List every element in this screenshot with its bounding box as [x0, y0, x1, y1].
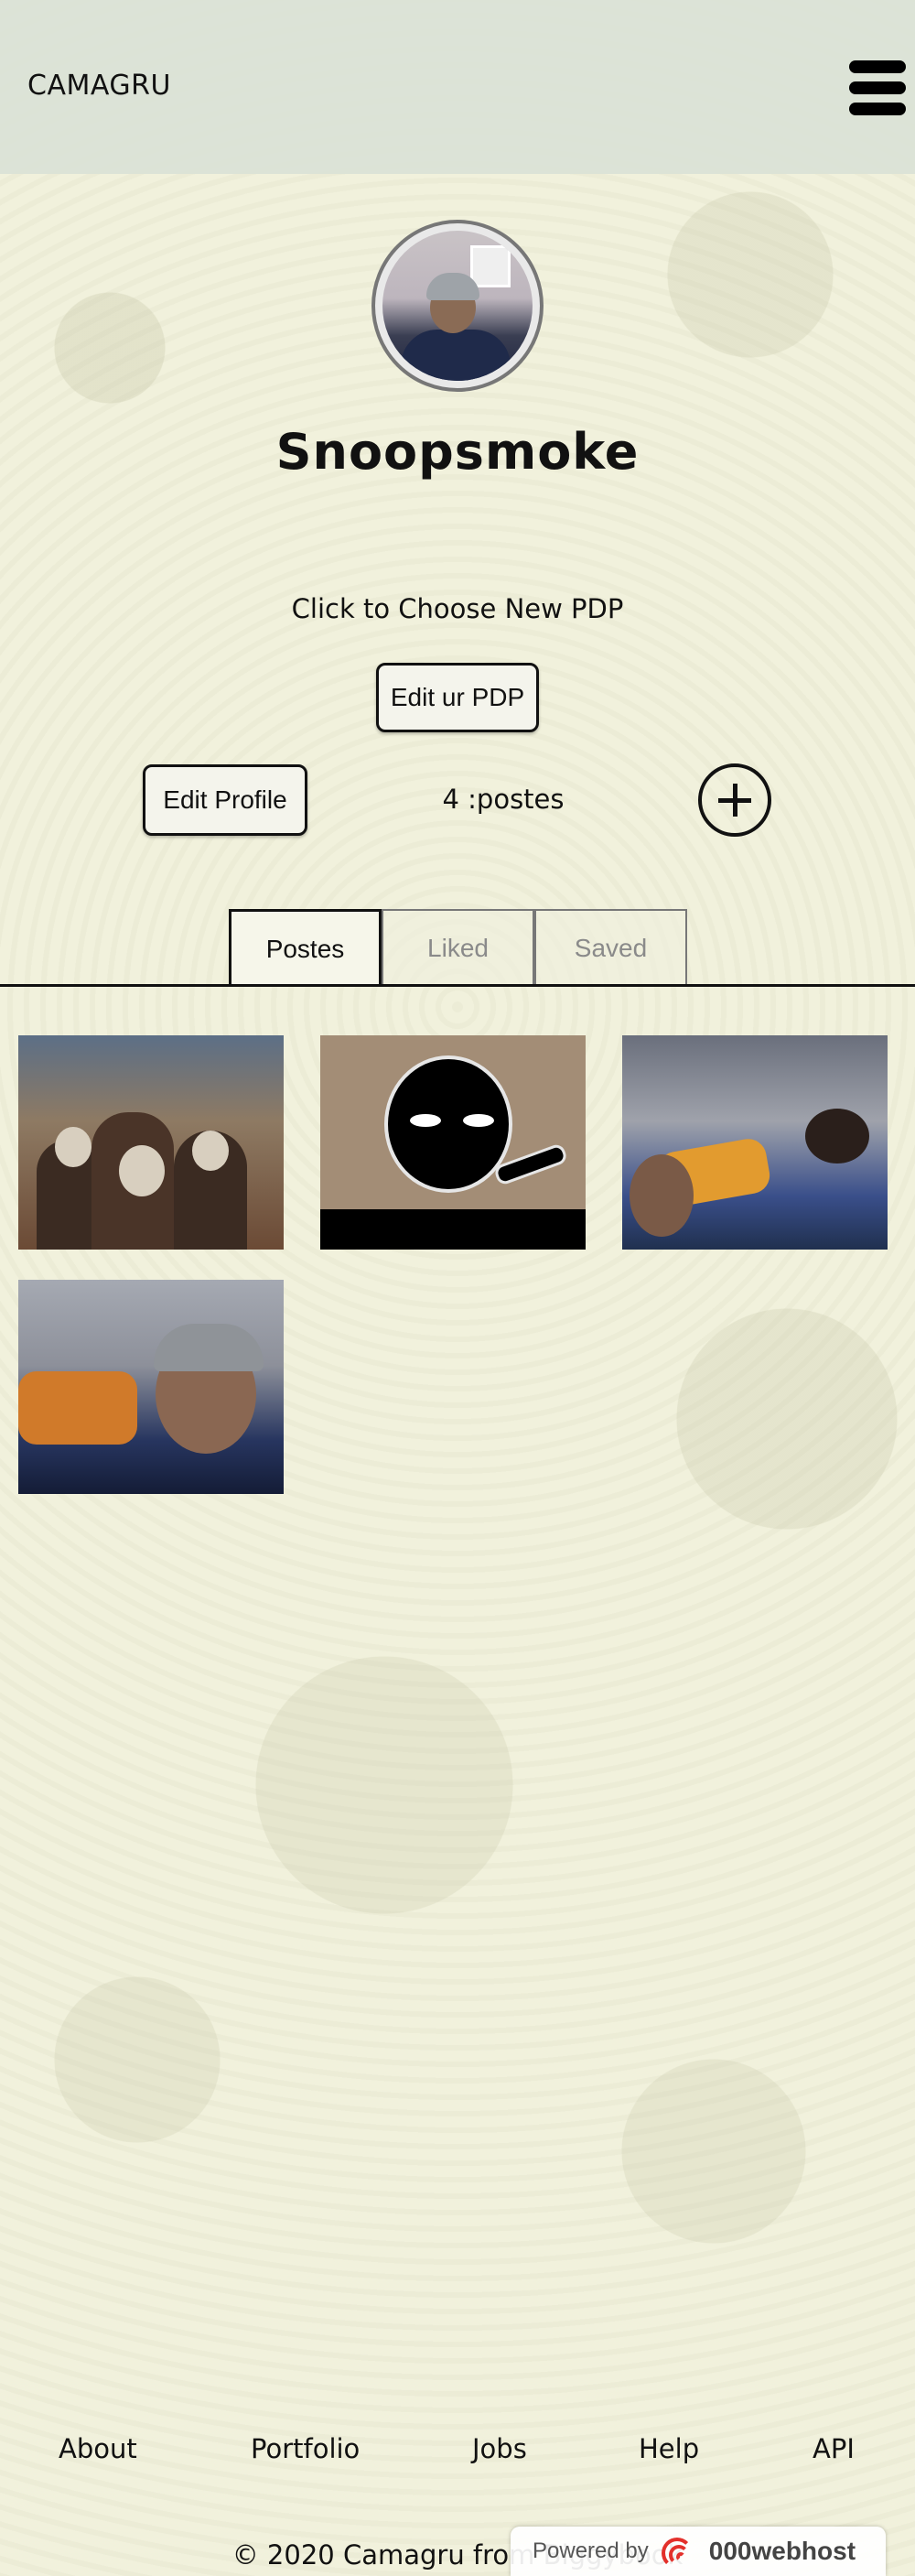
profile-picture[interactable] [371, 220, 544, 392]
avatar-wall-frame [470, 245, 511, 287]
footer-link-jobs[interactable]: Jobs [472, 2433, 527, 2464]
choose-new-pdp-link[interactable]: Click to Choose New PDP [0, 593, 915, 624]
post-count: 4 :postes [442, 784, 565, 815]
tab-postes[interactable]: Postes [229, 909, 382, 986]
footer-link-api[interactable]: API [813, 2433, 855, 2464]
post-thumbnail-4[interactable] [18, 1280, 284, 1494]
footer-links: About Portfolio Jobs Help API [0, 2433, 915, 2470]
post-cartoon-eye [410, 1114, 441, 1127]
hamburger-menu-icon[interactable] [849, 60, 906, 115]
post-bottom-bar [320, 1209, 586, 1250]
webhost-badge[interactable]: Powered by 000webhost [511, 2527, 886, 2576]
post-person [805, 1109, 869, 1164]
avatar-body [401, 330, 511, 381]
avatar-image [382, 231, 533, 381]
webhost-brand-name: 000webhost [708, 2537, 856, 2565]
brand-logo-text[interactable]: CAMAGRU [27, 70, 171, 102]
webhost-logo-icon [661, 2536, 700, 2569]
tabs-divider [0, 984, 915, 987]
profile-username: Snoopsmoke [275, 423, 640, 481]
menu-bar [849, 60, 906, 73]
post-thumbnail-2[interactable] [320, 1035, 586, 1250]
menu-bar [849, 81, 906, 94]
post-mask [119, 1145, 165, 1196]
profile-tabs: Postes Liked Saved [229, 909, 687, 986]
post-cartoon-face [384, 1055, 512, 1193]
post-mask [192, 1131, 229, 1171]
edit-pdp-button[interactable]: Edit ur PDP [376, 663, 539, 732]
footer-link-help[interactable]: Help [639, 2433, 699, 2464]
post-mask [55, 1127, 92, 1167]
webhost-powered-label: Powered by [533, 2538, 649, 2563]
add-post-plus-icon[interactable] [698, 763, 771, 837]
edit-profile-button[interactable]: Edit Profile [143, 764, 307, 836]
tab-liked[interactable]: Liked [382, 909, 534, 986]
post-cartoon-eye [463, 1114, 494, 1127]
post-blanket [18, 1371, 137, 1445]
post-thumbnail-1[interactable] [18, 1035, 284, 1250]
post-person [630, 1154, 694, 1237]
post-thumbnail-3[interactable] [622, 1035, 888, 1250]
top-header: CAMAGRU [0, 0, 915, 174]
tab-saved[interactable]: Saved [534, 909, 687, 986]
footer-link-about[interactable]: About [59, 2433, 137, 2464]
footer-link-portfolio[interactable]: Portfolio [251, 2433, 360, 2464]
menu-bar [849, 103, 906, 115]
post-beanie [154, 1324, 264, 1371]
